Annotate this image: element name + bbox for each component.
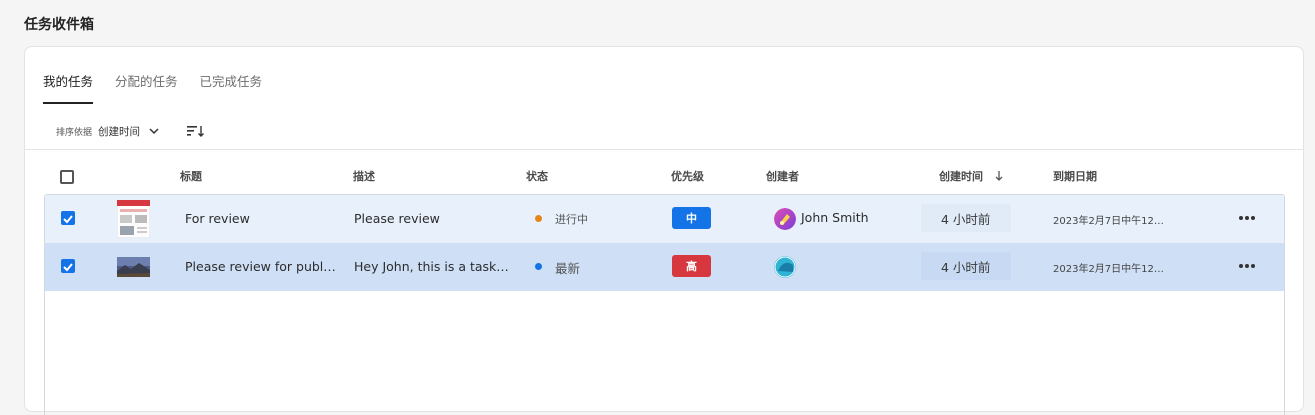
column-header-status[interactable]: 状态	[526, 168, 548, 184]
column-header-priority[interactable]: 优先级	[671, 168, 704, 184]
column-header-description[interactable]: 描述	[353, 168, 375, 184]
sort-order-icon[interactable]	[186, 123, 206, 139]
sort-bar: 排序依据 创建时间	[56, 123, 206, 139]
chevron-down-icon	[149, 128, 159, 135]
created-time: 4 小时前	[921, 252, 1011, 280]
column-header-due-date[interactable]: 到期日期	[1053, 168, 1097, 184]
column-header-created[interactable]: 创建时间	[939, 168, 1003, 184]
task-status: 最新	[555, 261, 581, 276]
task-table: For review Please review 进行中 中 John Smit…	[44, 194, 1285, 415]
status-dot	[535, 263, 542, 270]
column-header-creator[interactable]: 创建者	[766, 168, 799, 184]
column-header-created-label: 创建时间	[939, 170, 983, 183]
document-thumbnail	[117, 200, 150, 238]
priority-badge: 高	[672, 255, 711, 277]
task-inbox-card: 我的任务 分配的任务 已完成任务 排序依据 创建时间 标题 描述 状态 优先级 …	[24, 46, 1304, 415]
column-header-title[interactable]: 标题	[180, 168, 202, 184]
row-checkbox[interactable]	[61, 259, 75, 273]
status-dot	[535, 215, 542, 222]
sort-descending-icon	[995, 171, 1003, 181]
task-description: Hey John, this is a task…	[354, 259, 509, 274]
page-title: 任务收件箱	[24, 17, 94, 33]
task-description: Please review	[354, 211, 440, 226]
select-all-checkbox[interactable]	[60, 170, 74, 184]
checkmark-icon	[63, 215, 73, 224]
table-row[interactable]: Please review for publ… Hey John, this i…	[45, 243, 1284, 291]
more-actions-icon[interactable]	[1237, 211, 1257, 225]
tab-completed-tasks[interactable]: 已完成任务	[200, 71, 263, 104]
divider	[25, 149, 1303, 150]
tab-bar: 我的任务 分配的任务 已完成任务	[43, 71, 262, 104]
priority-badge: 中	[672, 207, 711, 229]
task-title[interactable]: Please review for publ…	[185, 259, 336, 274]
more-actions-icon[interactable]	[1237, 259, 1257, 273]
created-time: 4 小时前	[921, 204, 1011, 232]
due-date: 2023年2月7日中午12…	[1053, 264, 1164, 275]
sort-dropdown[interactable]: 创建时间	[98, 124, 160, 139]
task-title[interactable]: For review	[185, 211, 250, 226]
task-status: 进行中	[555, 213, 588, 226]
sort-label: 排序依据	[56, 127, 93, 138]
checkmark-icon	[63, 263, 73, 272]
avatar	[774, 208, 796, 230]
avatar	[774, 256, 796, 278]
table-row[interactable]: For review Please review 进行中 中 John Smit…	[45, 195, 1284, 243]
tab-assigned-tasks[interactable]: 分配的任务	[115, 71, 178, 104]
sort-value: 创建时间	[98, 125, 141, 138]
row-checkbox[interactable]	[61, 211, 75, 225]
tab-my-tasks[interactable]: 我的任务	[43, 71, 94, 104]
creator-name: John Smith	[801, 210, 869, 225]
image-thumbnail	[117, 257, 150, 277]
due-date: 2023年2月7日中午12…	[1053, 216, 1164, 227]
